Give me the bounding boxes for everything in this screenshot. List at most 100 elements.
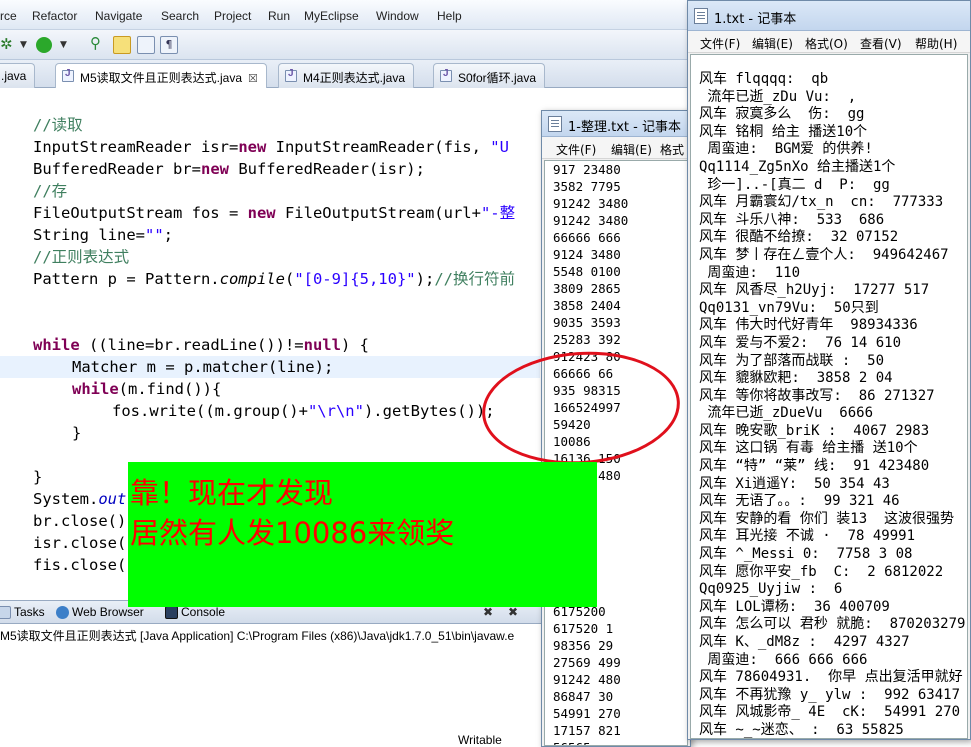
text-line: 风车 不再犹豫 y_ ylw : 992 63417 <box>699 686 961 703</box>
notepad1-menu-edit[interactable]: 编辑(E) <box>611 141 652 158</box>
text-line: 周蛮迪: 666 666 666 <box>699 651 868 668</box>
notepad1-menu-format[interactable]: 格式 <box>660 141 684 158</box>
menu-window[interactable]: Window <box>376 9 419 23</box>
menu-refactor[interactable]: Refactor <box>32 9 77 23</box>
menu-source[interactable]: rce <box>0 9 17 23</box>
text-line: 风车 梦丨存在ㄥ壹个人: 949642467 <box>699 246 949 263</box>
text-line: 3582 7795 <box>553 179 621 194</box>
text-line: 9124 3480 <box>553 247 621 262</box>
menu-navigate[interactable]: Navigate <box>95 9 142 23</box>
console-launch-info: M5读取文件且正则表达式 [Java Application] C:\Progr… <box>0 624 560 644</box>
tab-m4[interactable]: M4正则表达式.java <box>278 63 415 88</box>
notepad2-menu-view[interactable]: 查看(V) <box>860 35 902 52</box>
tab-tasks[interactable]: Tasks <box>0 605 45 619</box>
code-line: } <box>33 468 43 486</box>
text-line: 风车 Xi逍遥Y: 50 354 43 <box>699 475 890 492</box>
java-file-icon <box>440 68 452 82</box>
text-line: 风车 ^_Messi 0: 7758 3 08 <box>699 546 913 563</box>
text-line: 流年已逝_zDu Vu: , <box>699 88 857 105</box>
text-line: 54991 270 <box>553 706 621 721</box>
text-line: 周蛮迪: 110 <box>699 264 801 281</box>
menu-help[interactable]: Help <box>437 9 462 23</box>
link-icon[interactable]: ⚲ <box>90 34 108 52</box>
code-line: fis.close( <box>33 556 127 574</box>
run-dropdown-icon[interactable]: ▼ <box>60 40 78 58</box>
show-whitespace-icon[interactable] <box>137 36 155 54</box>
close-icon[interactable]: ☒ <box>248 73 258 85</box>
notepad1-menubar: 文件(F) 编辑(E) 格式 <box>542 137 690 159</box>
gear-icon[interactable]: ✲ <box>0 35 18 53</box>
notepad2-text-area[interactable]: 风车 flqqqq: qb 流年已逝_zDu Vu: , 风车 寂寞多么 伤: g… <box>690 54 968 739</box>
text-line: 617520 1 <box>553 621 614 636</box>
annotation-box: 靠！现在才发现 居然有人发10086来领奖 <box>128 462 597 607</box>
text-line: 5548 0100 <box>553 264 621 279</box>
text-line: Qq0131_vn79Vu: 50只到 <box>699 299 879 316</box>
menu-run[interactable]: Run <box>268 9 290 23</box>
menu-project[interactable]: Project <box>214 9 251 23</box>
menu-myeclipse[interactable]: MyEclipse <box>304 9 359 23</box>
menu-search[interactable]: Search <box>161 9 199 23</box>
code-line: } <box>72 424 82 442</box>
tab-m5[interactable]: M5读取文件且正则表达式.java☒ <box>55 63 267 88</box>
notepad1-titlebar[interactable]: 1-整理.txt - 记事本 <box>542 111 690 137</box>
text-line: 周蛮迪: BGM爱 的供养! <box>699 141 873 158</box>
notepad2-menu-help[interactable]: 帮助(H) <box>915 35 957 52</box>
globe-icon <box>56 606 69 619</box>
text-line: 风车 风城影帝_ 4E cK: 54991 270 <box>699 704 961 721</box>
text-line: 9035 3593 <box>553 315 621 330</box>
text-line: 风车 斗乐八神: 533 686 <box>699 211 885 228</box>
text-line: 风车 等你将故事改写: 86 271327 <box>699 387 935 404</box>
text-line: 风车 为了部落而战联 : 50 <box>699 352 885 369</box>
text-line: 风车 无语了。。: 99 321 46 <box>699 493 900 510</box>
tab-web-browser[interactable]: Web Browser <box>54 605 144 619</box>
text-line: 86847 30 <box>553 689 614 704</box>
code-comment: //读取 <box>33 116 83 134</box>
remove-launch-icon[interactable]: ✖ <box>483 605 493 619</box>
text-line: 风车 K、_dM8z : 4297 4327 <box>699 634 910 650</box>
code-line: InputStreamReader isr=new InputStreamRea… <box>33 138 509 156</box>
status-writable: Writable <box>458 733 502 747</box>
text-line: 91242 3480 <box>553 213 629 228</box>
console-icon <box>165 606 178 619</box>
text-line: 风车 ~_~迷恋、 : 63 55825 <box>699 721 904 738</box>
text-line: 风车 78604931. 你早 点出复活甲就好 <box>699 669 963 686</box>
notepad2-titlebar[interactable]: 1.txt - 记事本 <box>688 1 970 31</box>
paragraph-icon[interactable]: ¶ <box>160 36 178 54</box>
code-line: isr.close( <box>33 534 127 552</box>
notepad2-menu-file[interactable]: 文件(F) <box>700 35 740 52</box>
text-line: 56565 <box>545 739 687 745</box>
notepad-icon <box>548 116 562 132</box>
text-line: 66666 666 <box>553 230 621 245</box>
notepad2-menu-format[interactable]: 格式(O) <box>805 35 848 52</box>
text-line: 风车 晚安歌_briK : 4067 2983 <box>699 422 930 439</box>
text-line: 风车 貔貅欧耙: 3858 2 04 <box>699 370 893 387</box>
text-line: Qq0925_Uyjiw : 6 <box>699 581 843 598</box>
text-line: 91242 480 <box>553 672 621 687</box>
run-icon[interactable] <box>36 37 52 53</box>
text-line: 风车 月霸寰幻/tx_n cn: 777333 <box>699 194 944 211</box>
code-line: String line=""; <box>33 226 173 244</box>
code-line: br.close() <box>33 512 127 530</box>
text-line: 风车 耳光接 不诚 · 78 49991 <box>699 528 916 545</box>
text-line: 98356 29 <box>553 638 614 653</box>
text-line: 3858 2404 <box>553 298 621 313</box>
notepad1-menu-file[interactable]: 文件(F) <box>556 141 596 158</box>
console-output[interactable] <box>0 644 560 747</box>
tab-java[interactable]: .java <box>0 63 36 88</box>
text-line: 风车 愿你平安_fb C: 2 6812022 <box>699 563 944 580</box>
text-line: 风车 “特” “莱” 线: 91 423480 <box>699 458 930 475</box>
tab-console[interactable]: Console <box>163 605 225 619</box>
text-line: 风车 寂寞多么 伤: gg <box>699 106 865 123</box>
text-line: 风车 flqqqq: qb <box>699 71 829 87</box>
text-line: 27569 499 <box>553 655 621 670</box>
remove-all-icon[interactable]: ✖ <box>508 605 518 619</box>
tab-s0[interactable]: S0for循环.java <box>433 63 546 88</box>
text-line: 风车 LOL谭杨: 36 400709 <box>699 598 890 615</box>
notepad-window-2[interactable]: 1.txt - 记事本 文件(F) 编辑(E) 格式(O) 查看(V) 帮助(H… <box>687 0 971 740</box>
text-line: 917 23480 <box>553 162 621 177</box>
highlight-icon[interactable] <box>113 36 131 54</box>
text-line: 流年已逝_zDueVu 6666 <box>699 405 874 422</box>
text-line: 17157 821 <box>553 723 621 738</box>
notepad2-menu-edit[interactable]: 编辑(E) <box>752 35 793 52</box>
code-line: Pattern p = Pattern.compile("[0-9]{5,10}… <box>33 270 515 288</box>
